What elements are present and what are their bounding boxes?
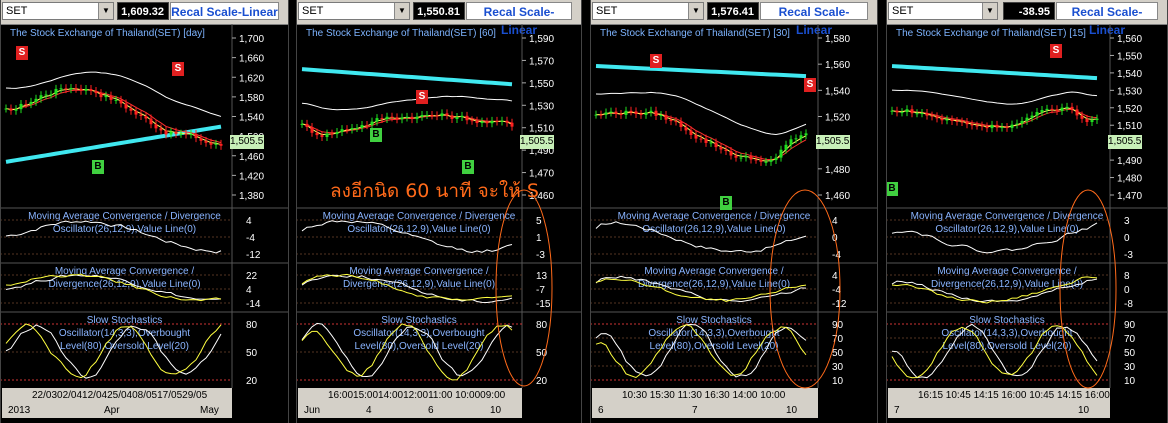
highlight-ellipse <box>769 189 841 389</box>
highlight-ellipses <box>495 189 1117 389</box>
highlight-ellipse <box>1059 189 1117 389</box>
highlight-ellipse <box>495 189 553 387</box>
